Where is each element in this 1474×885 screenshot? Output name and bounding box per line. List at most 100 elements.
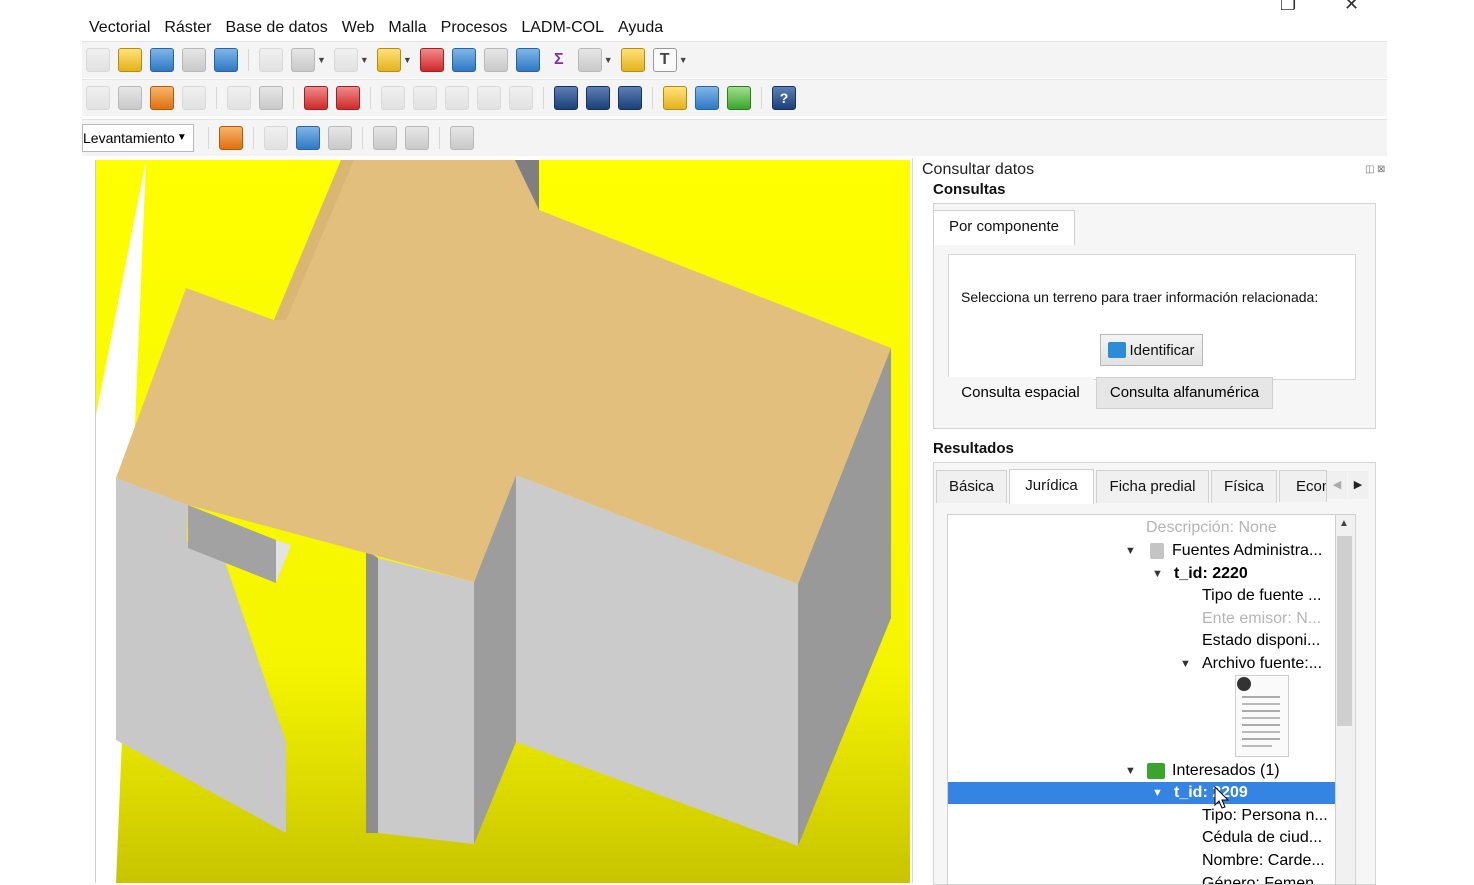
select-features-icon[interactable] xyxy=(333,48,358,72)
close-panel-icon[interactable]: ⊠ xyxy=(1377,164,1385,175)
menu-raster[interactable]: Ráster xyxy=(157,19,218,37)
attribute-table-icon[interactable] xyxy=(451,48,476,72)
doc-text-line xyxy=(1242,717,1280,719)
refresh-icon[interactable] xyxy=(214,48,238,72)
tab-consulta-espacial[interactable]: Consulta espacial xyxy=(948,377,1093,409)
menu-vectorial[interactable]: Vectorial xyxy=(82,19,157,37)
add-polygon-icon[interactable] xyxy=(295,126,320,150)
tab-fisica[interactable]: Física xyxy=(1211,470,1277,503)
undo-icon[interactable] xyxy=(150,86,174,110)
scroll-up-icon[interactable]: ▲ xyxy=(1339,518,1349,529)
tree-row[interactable]: Cédula de ciud... xyxy=(948,827,1335,849)
menu-web[interactable]: Web xyxy=(335,19,382,37)
expanded-arrow-icon[interactable]: ▼ xyxy=(1152,782,1163,804)
tab-scroll-left-icon[interactable]: ◀ xyxy=(1327,471,1347,499)
processing-toolbox-icon[interactable] xyxy=(515,48,540,72)
chevron-down-icon[interactable]: ▼ xyxy=(177,125,187,151)
document-thumbnail[interactable] xyxy=(1235,675,1289,757)
tab-economica[interactable]: Econ xyxy=(1279,470,1327,502)
expanded-arrow-icon[interactable]: ▼ xyxy=(1125,760,1136,782)
deselect-features-icon[interactable] xyxy=(419,48,444,72)
text-annotation-icon[interactable]: T xyxy=(652,48,677,72)
tree-row[interactable]: Género: Femen... xyxy=(948,873,1335,884)
field-calculator-icon[interactable] xyxy=(483,48,508,72)
layer-save-icon[interactable] xyxy=(182,48,206,72)
menu-base-de-datos[interactable]: Base de datos xyxy=(219,19,335,37)
tab-scroll-right-icon[interactable]: ▶ xyxy=(1348,471,1368,499)
statistical-summary-icon[interactable]: Σ xyxy=(548,49,570,71)
menu-procesos[interactable]: Procesos xyxy=(434,19,515,37)
globe-tools-icon[interactable] xyxy=(618,86,642,110)
chevron-down-icon[interactable]: ▼ xyxy=(403,55,412,65)
layers-icon[interactable] xyxy=(218,126,243,150)
identify-features-icon[interactable] xyxy=(86,48,110,72)
change-label-icon[interactable] xyxy=(445,86,469,110)
globe-icon[interactable] xyxy=(554,86,578,110)
tab-consulta-alfanumerica[interactable]: Consulta alfanumérica xyxy=(1096,377,1273,409)
tab-ficha-predial[interactable]: Ficha predial xyxy=(1096,470,1209,503)
restore-window-icon[interactable]: ❐ xyxy=(1280,0,1296,15)
redo-icon[interactable] xyxy=(182,86,206,110)
new-layer-icon[interactable] xyxy=(86,86,110,110)
close-window-icon[interactable]: ✕ xyxy=(1344,0,1359,15)
move-label-icon[interactable] xyxy=(381,86,405,110)
doc-text-line xyxy=(1242,710,1280,712)
paste-features-icon[interactable] xyxy=(118,86,142,110)
tree-scrollbar-thumb[interactable] xyxy=(1337,536,1352,726)
save-edits-icon[interactable] xyxy=(150,48,174,72)
diagram-properties-icon[interactable] xyxy=(509,86,533,110)
tab-juridica[interactable]: Jurídica xyxy=(1009,469,1094,504)
globe-search-icon[interactable] xyxy=(586,86,610,110)
results-tree[interactable]: Descripción: None ▼ Fuentes Administra..… xyxy=(947,514,1336,885)
wrench-icon[interactable] xyxy=(449,126,474,150)
rotate-label-icon[interactable] xyxy=(413,86,437,110)
expanded-arrow-icon[interactable]: ▼ xyxy=(1152,563,1163,585)
tree-row[interactable]: ▼ Archivo fuente:... xyxy=(948,653,1335,675)
chevron-down-icon[interactable]: ▼ xyxy=(360,55,369,65)
tree-row-selected[interactable]: ▼ t_id: 2209 xyxy=(948,782,1335,804)
workflow-combo[interactable]: Levantamiento ▼ xyxy=(82,124,194,152)
tree-row[interactable]: Estado disponi... xyxy=(948,630,1335,652)
plugin-icon[interactable] xyxy=(695,86,719,110)
chevron-down-icon[interactable]: ▼ xyxy=(604,55,613,65)
identify-button[interactable]: Identificar xyxy=(1100,334,1203,366)
expanded-arrow-icon[interactable]: ▼ xyxy=(1125,540,1136,562)
paste-layer-icon[interactable] xyxy=(404,126,429,150)
tab-basica[interactable]: Básica xyxy=(936,470,1007,503)
expanded-arrow-icon[interactable]: ▼ xyxy=(1180,653,1191,675)
toolbar-separator xyxy=(216,87,217,109)
zoom-icon[interactable] xyxy=(259,48,283,72)
python-console-icon[interactable] xyxy=(663,86,687,110)
select-by-value-icon[interactable] xyxy=(376,48,401,72)
label-tool-icon[interactable] xyxy=(227,86,251,110)
pin-labels-icon[interactable] xyxy=(259,86,283,110)
help-icon[interactable]: ? xyxy=(772,86,796,110)
open-field-calculator-icon[interactable] xyxy=(118,48,142,72)
measure-line-icon[interactable] xyxy=(577,48,602,72)
label-highlight-icon[interactable] xyxy=(304,86,328,110)
float-panel-icon[interactable]: ◫ xyxy=(1365,164,1374,175)
tree-row[interactable]: ▼ t_id: 2220 xyxy=(948,563,1335,585)
chevron-down-icon[interactable]: ▼ xyxy=(317,55,326,65)
map-canvas-3d[interactable] xyxy=(95,160,910,883)
menu-ayuda[interactable]: Ayuda xyxy=(611,19,670,37)
tree-row[interactable]: Descripción: None xyxy=(948,517,1335,539)
label-abc-icon[interactable] xyxy=(336,86,360,110)
tree-row[interactable]: Tipo: Persona n... xyxy=(948,805,1335,827)
tab-por-componente[interactable]: Por componente xyxy=(933,210,1075,245)
vertex-tool-icon[interactable] xyxy=(327,126,352,150)
save-layer-icon[interactable] xyxy=(263,126,288,150)
copy-layer-icon[interactable] xyxy=(372,126,397,150)
show-hide-labels-icon[interactable] xyxy=(477,86,501,110)
tree-row[interactable]: ▼ Interesados (1) xyxy=(948,760,1335,782)
menu-malla[interactable]: Malla xyxy=(381,19,433,37)
tree-row[interactable]: ▼ Fuentes Administra... xyxy=(948,540,1335,562)
map-tips-icon[interactable] xyxy=(620,48,645,72)
tree-row[interactable]: Nombre: Carde... xyxy=(948,850,1335,872)
tree-row[interactable]: Ente emisor: N... xyxy=(948,608,1335,630)
chevron-down-icon[interactable]: ▼ xyxy=(679,55,688,65)
menu-ladm-col[interactable]: LADM-COL xyxy=(514,19,611,37)
qgis-globe-icon[interactable] xyxy=(727,86,751,110)
identify-icon[interactable] xyxy=(291,48,315,72)
tree-row[interactable]: Tipo de fuente ... xyxy=(948,585,1335,607)
